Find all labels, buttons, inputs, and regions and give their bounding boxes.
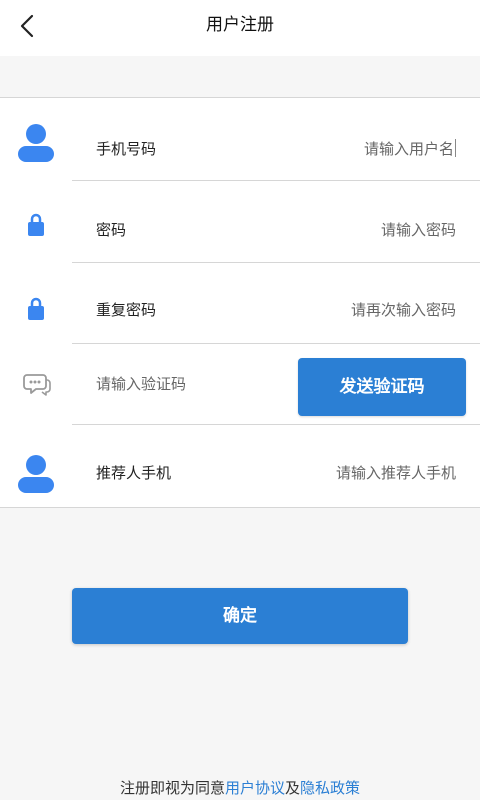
privacy-policy-link[interactable]: 隐私政策 bbox=[300, 779, 360, 797]
agreement-prefix: 注册即视为同意 bbox=[119, 779, 225, 797]
user-agreement-link[interactable]: 用户协议 bbox=[225, 779, 285, 797]
chat-bubble-icon bbox=[23, 374, 51, 396]
repeat-password-input-placeholder: 请再次输入密码 bbox=[350, 301, 456, 319]
agreement-and: 及 bbox=[285, 779, 301, 797]
agreement-text: 注册即视为同意用户协议及隐私政策 bbox=[0, 777, 480, 798]
referrer-row: 推荐人手机 请输入推荐人手机 bbox=[0, 425, 480, 507]
header: 用户注册 bbox=[0, 0, 480, 56]
page-title: 用户注册 bbox=[206, 15, 274, 35]
lock-icon bbox=[28, 297, 44, 320]
text-caret bbox=[455, 139, 456, 157]
registration-form: 手机号码 请输入用户名 密码 请输入密码 重复密码 请再次输入密码 请输入验证码 bbox=[0, 97, 480, 508]
send-code-button[interactable]: 发送验证码 bbox=[298, 358, 466, 416]
referrer-input[interactable]: 请输入推荐人手机 bbox=[336, 462, 456, 483]
phone-input[interactable]: 请输入用户名 bbox=[364, 138, 456, 159]
referrer-input-placeholder: 请输入推荐人手机 bbox=[335, 464, 456, 482]
confirm-button[interactable]: 确定 bbox=[72, 588, 408, 644]
user-icon bbox=[18, 455, 54, 493]
referrer-label: 推荐人手机 bbox=[96, 464, 172, 482]
verify-code-input[interactable]: 请输入验证码 bbox=[96, 373, 186, 394]
phone-label: 手机号码 bbox=[96, 140, 157, 158]
password-input-placeholder: 请输入密码 bbox=[380, 221, 456, 239]
lock-icon bbox=[28, 213, 44, 236]
repeat-password-row: 重复密码 请再次输入密码 bbox=[0, 263, 480, 344]
password-input[interactable]: 请输入密码 bbox=[381, 219, 456, 240]
phone-input-placeholder: 请输入用户名 bbox=[363, 140, 454, 158]
password-row: 密码 请输入密码 bbox=[0, 181, 480, 262]
phone-row: 手机号码 请输入用户名 bbox=[0, 98, 480, 180]
verify-code-input-placeholder: 请输入验证码 bbox=[96, 375, 187, 393]
user-icon bbox=[18, 124, 54, 162]
repeat-password-label: 重复密码 bbox=[96, 301, 157, 319]
repeat-password-input[interactable]: 请再次输入密码 bbox=[351, 299, 456, 320]
password-label: 密码 bbox=[96, 221, 127, 239]
